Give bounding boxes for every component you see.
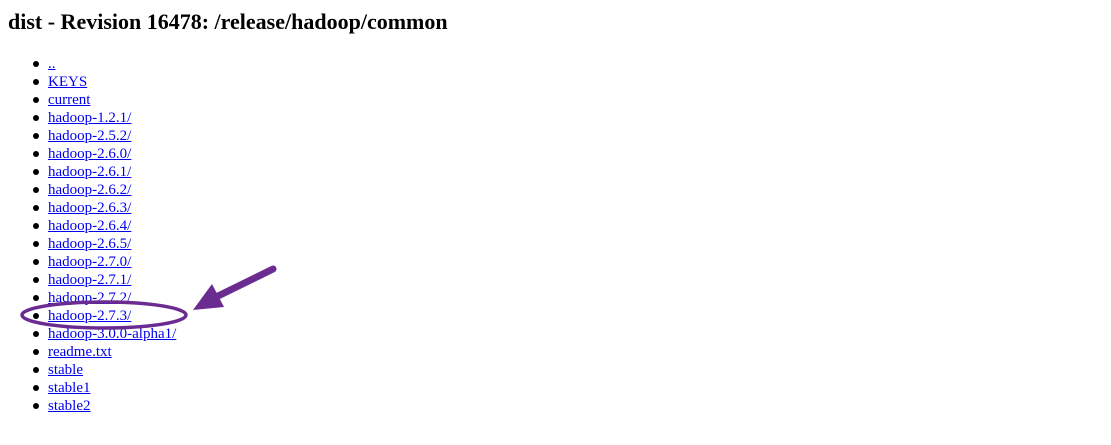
bullet-icon [33,61,39,67]
list-item: hadoop-2.6.4/ [33,217,176,235]
bullet-icon [33,259,39,265]
list-item: hadoop-2.7.2/ [33,289,176,307]
arrow-pointer-icon [193,265,277,310]
bullet-icon [33,295,39,301]
bullet-icon [33,187,39,193]
entry-link-hadoop-2-7-0[interactable]: hadoop-2.7.0/ [48,254,131,270]
list-item: hadoop-2.6.1/ [33,163,176,181]
bullet-icon [33,205,39,211]
entry-link-hadoop-2-7-2[interactable]: hadoop-2.7.2/ [48,290,131,306]
list-item: hadoop-2.5.2/ [33,127,176,145]
entry-link-hadoop-2-6-5[interactable]: hadoop-2.6.5/ [48,236,131,252]
entry-link-keys[interactable]: KEYS [48,74,87,90]
entry-link-hadoop-3-0-0-alpha1[interactable]: hadoop-3.0.0-alpha1/ [48,326,176,342]
entry-link-hadoop-1-2-1[interactable]: hadoop-1.2.1/ [48,110,131,126]
bullet-icon [33,133,39,139]
entry-link-hadoop-2-6-0[interactable]: hadoop-2.6.0/ [48,146,131,162]
bullet-icon [33,241,39,247]
entry-link-hadoop-2-6-4[interactable]: hadoop-2.6.4/ [48,218,131,234]
list-item: KEYS [33,73,176,91]
page-title: dist - Revision 16478: /release/hadoop/c… [8,9,448,34]
list-item: hadoop-2.6.3/ [33,199,176,217]
entry-link-readme-txt[interactable]: readme.txt [48,344,112,360]
list-item: hadoop-2.6.0/ [33,145,176,163]
entry-link-current[interactable]: current [48,92,90,108]
entry-link-stable1[interactable]: stable1 [48,380,91,396]
bullet-icon [33,403,39,409]
bullet-icon [33,385,39,391]
entry-link-hadoop-2-7-1[interactable]: hadoop-2.7.1/ [48,272,131,288]
bullet-icon [33,97,39,103]
list-item: hadoop-3.0.0-alpha1/ [33,325,176,343]
list-item: stable1 [33,379,176,397]
list-item: hadoop-2.7.0/ [33,253,176,271]
entry-link-parent-directory[interactable]: .. [48,56,56,72]
bullet-icon [33,367,39,373]
entry-link-hadoop-2-6-3[interactable]: hadoop-2.6.3/ [48,200,131,216]
bullet-icon [33,169,39,175]
list-item: readme.txt [33,343,176,361]
list-item: current [33,91,176,109]
list-item: .. [33,55,176,73]
bullet-icon [33,331,39,337]
list-item: stable2 [33,397,176,415]
list-item: stable [33,361,176,379]
directory-listing: .. KEYS current hadoop-1.2.1/ hadoop-2.5… [8,55,176,415]
bullet-icon [33,349,39,355]
bullet-icon [33,277,39,283]
entry-link-hadoop-2-7-3[interactable]: hadoop-2.7.3/ [48,308,131,324]
entry-link-hadoop-2-6-1[interactable]: hadoop-2.6.1/ [48,164,131,180]
list-item: hadoop-2.6.2/ [33,181,176,199]
entry-link-hadoop-2-5-2[interactable]: hadoop-2.5.2/ [48,128,131,144]
bullet-icon [33,115,39,121]
bullet-icon [33,223,39,229]
list-item: hadoop-2.6.5/ [33,235,176,253]
bullet-icon [33,151,39,157]
bullet-icon [33,79,39,85]
list-item-highlighted: hadoop-2.7.3/ [33,307,176,325]
list-item: hadoop-1.2.1/ [33,109,176,127]
entry-link-hadoop-2-6-2[interactable]: hadoop-2.6.2/ [48,182,131,198]
list-item: hadoop-2.7.1/ [33,271,176,289]
entry-link-stable2[interactable]: stable2 [48,398,91,414]
entry-link-stable[interactable]: stable [48,362,83,378]
bullet-icon [33,313,39,319]
